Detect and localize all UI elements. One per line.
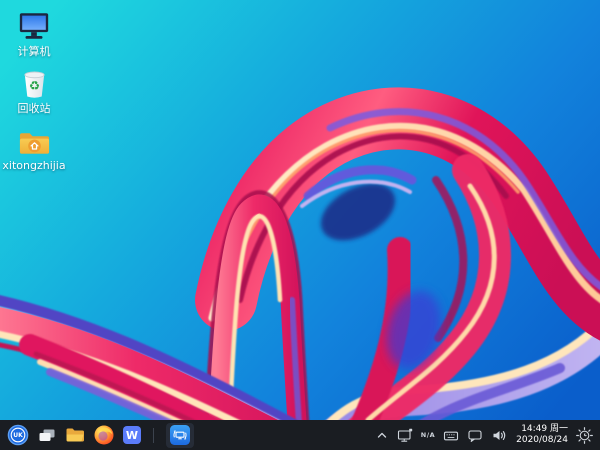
taskbar-clock[interactable]: 14:49 周一 2020/08/24: [516, 424, 568, 446]
computer-icon: [17, 8, 51, 42]
active-app-button[interactable]: [166, 420, 194, 450]
svg-text:UK: UK: [13, 432, 23, 439]
desktop-icon-xitongzhijia[interactable]: xitongzhijia: [2, 122, 66, 172]
wps-office-button[interactable]: W: [123, 420, 141, 450]
launcher-button[interactable]: UK: [7, 420, 29, 450]
desktop-icon-column: 计算机 ♻ 回收站: [2, 8, 66, 172]
task-view-button[interactable]: [38, 420, 56, 450]
wallpaper-abstract-swirl: [0, 0, 600, 450]
night-mode-button[interactable]: [576, 420, 593, 450]
chevron-up-icon: [375, 428, 389, 442]
desktop-icon-recycle-bin[interactable]: ♻ 回收站: [2, 65, 66, 115]
taskbar: UK: [0, 420, 600, 450]
screen-sync-icon: [170, 425, 190, 445]
volume-button[interactable]: [491, 420, 508, 450]
virtual-keyboard-button[interactable]: [443, 420, 459, 450]
desktop-icon-label: xitongzhijia: [2, 159, 65, 172]
message-bubble-icon: [467, 428, 483, 443]
taskbar-separator: [153, 428, 154, 443]
file-manager-button[interactable]: [65, 420, 85, 450]
clock-date: 2020/08/24: [516, 435, 568, 446]
speaker-icon: [491, 428, 508, 443]
folder-home-icon: [18, 122, 51, 156]
desktop[interactable]: 计算机 ♻ 回收站: [0, 0, 600, 450]
wired-network-icon: [397, 428, 413, 443]
launcher-uk-icon: UK: [7, 424, 29, 446]
night-mode-sun-icon: [576, 427, 593, 444]
wps-w-icon: W: [123, 426, 141, 444]
ime-indicator[interactable]: N/A: [421, 420, 435, 450]
taskbar-tray: N/A: [375, 420, 593, 450]
taskbar-left: UK: [7, 420, 194, 450]
clock-time-weekday: 14:49 周一: [521, 424, 568, 435]
desktop-icon-label: 回收站: [18, 102, 51, 115]
file-manager-folder-icon: [65, 427, 85, 443]
firefox-button[interactable]: [94, 420, 114, 450]
active-app-highlight: [166, 423, 194, 448]
firefox-icon: [94, 425, 114, 445]
network-button[interactable]: [397, 420, 413, 450]
desktop-icon-label: 计算机: [18, 45, 51, 58]
task-view-icon: [38, 428, 56, 443]
notification-button[interactable]: [467, 420, 483, 450]
recycle-bin-icon: ♻: [22, 65, 47, 99]
tray-expand-button[interactable]: [375, 420, 389, 450]
svg-text:♻: ♻: [28, 78, 39, 93]
desktop-icon-computer[interactable]: 计算机: [2, 8, 66, 58]
keyboard-icon: [443, 428, 459, 443]
